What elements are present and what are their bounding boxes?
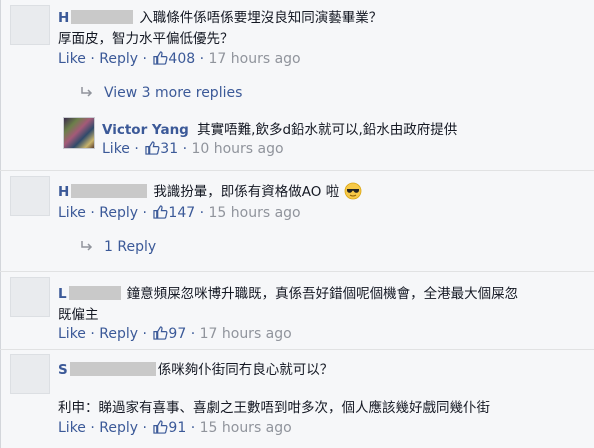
comment-3-actions: Like · Reply · 97 · 17 hours ago bbox=[58, 326, 292, 342]
one-reply-link[interactable]: 1 Reply bbox=[80, 239, 156, 255]
redacted-name bbox=[71, 184, 148, 198]
comment-1-actions: Like · Reply · 408 · 17 hours ago bbox=[58, 51, 301, 67]
reply-link[interactable]: Reply bbox=[99, 51, 138, 67]
comment-text: 其實唔難,飲多d鉛水就可以,鉛水由政府提供 bbox=[197, 122, 458, 138]
redacted-name bbox=[68, 286, 121, 300]
comment-text: 既僱主 bbox=[58, 307, 99, 323]
comment-text: 利申：睇過家有喜事、喜劇之王數唔到咁多次，個人應該幾好戲同幾仆街 bbox=[58, 400, 490, 416]
commenter-name[interactable]: L bbox=[58, 286, 67, 302]
comment-4-line2: 利申：睇過家有喜事、喜劇之王數唔到咁多次，個人應該幾好戲同幾仆街 bbox=[58, 396, 490, 416]
timestamp[interactable]: 15 hours ago bbox=[209, 205, 301, 221]
commenter-name[interactable]: H bbox=[58, 10, 69, 26]
like-count[interactable]: 91 bbox=[168, 420, 186, 436]
comment-divider bbox=[0, 271, 594, 272]
like-link[interactable]: Like bbox=[102, 141, 130, 157]
reply-link[interactable]: Reply bbox=[99, 420, 138, 436]
comment-4-line1: S 係咪夠仆街同冇良心就可以？ bbox=[58, 358, 333, 378]
timestamp[interactable]: 17 hours ago bbox=[200, 326, 292, 342]
like-count[interactable]: 147 bbox=[168, 205, 195, 221]
comment-text: 係咪夠仆街同冇良心就可以？ bbox=[157, 362, 334, 378]
comment-1-line2: 厚面皮，智力水平偏低優先？ bbox=[58, 27, 234, 47]
timestamp[interactable]: 15 hours ago bbox=[200, 420, 292, 436]
redacted-name bbox=[71, 10, 134, 24]
redacted-name bbox=[69, 362, 156, 376]
commenter-name[interactable]: H bbox=[58, 184, 69, 200]
comment-2-actions: Like · Reply · 147 · 15 hours ago bbox=[58, 205, 301, 221]
comment-3-line1: L 鐘意頻屎忽咪博升職既，真係吾好錯個呢個機會，全港最大個屎忽 bbox=[58, 282, 518, 302]
thumbs-up-icon bbox=[153, 420, 168, 434]
like-link[interactable]: Like bbox=[58, 51, 86, 67]
like-count[interactable]: 31 bbox=[160, 141, 178, 157]
thumbs-up-icon bbox=[145, 141, 160, 155]
reply-link[interactable]: Reply bbox=[99, 205, 138, 221]
avatar[interactable] bbox=[10, 354, 50, 394]
thumbs-up-icon bbox=[153, 51, 168, 65]
comment-3-line2: 既僱主 bbox=[58, 303, 99, 323]
like-link[interactable]: Like bbox=[58, 326, 86, 342]
thumbs-up-icon bbox=[153, 205, 168, 219]
reply-arrow-icon bbox=[81, 87, 93, 97]
comment-text: 厚面皮，智力水平偏低優先？ bbox=[58, 31, 234, 47]
comment-4-actions: Like · Reply · 91 · 15 hours ago bbox=[58, 420, 292, 436]
like-link[interactable]: Like bbox=[58, 205, 86, 221]
reply-1-line1: Victor Yang 其實唔難,飲多d鉛水就可以,鉛水由政府提供 bbox=[102, 118, 457, 138]
comment-divider bbox=[0, 349, 594, 350]
reply-arrow-icon bbox=[81, 241, 93, 251]
avatar[interactable] bbox=[10, 5, 50, 45]
timestamp[interactable]: 10 hours ago bbox=[191, 141, 283, 157]
commenter-name[interactable]: Victor Yang bbox=[102, 122, 189, 138]
commenter-name[interactable]: S bbox=[58, 362, 68, 378]
reply-link[interactable]: Reply bbox=[99, 326, 138, 342]
thread-left-border bbox=[0, 0, 1, 448]
view-more-replies-link[interactable]: View 3 more replies bbox=[80, 85, 242, 101]
comment-text: 入職條件係唔係要埋沒良知同演藝畢業？ bbox=[139, 10, 383, 26]
reply-1-actions: Like · 31 · 10 hours ago bbox=[102, 141, 284, 157]
like-count[interactable]: 408 bbox=[168, 51, 195, 67]
comment-divider bbox=[0, 170, 594, 171]
cool-sunglasses-emoji-icon bbox=[344, 182, 362, 200]
like-count[interactable]: 97 bbox=[168, 326, 186, 342]
like-link[interactable]: Like bbox=[58, 420, 86, 436]
thumbs-up-icon bbox=[153, 326, 168, 340]
comment-text: 我識扮暈，即係有資格做AO 啦 bbox=[153, 184, 340, 200]
comment-1-line1: H 入職條件係唔係要埋沒良知同演藝畢業？ bbox=[58, 6, 382, 26]
avatar[interactable] bbox=[63, 117, 95, 149]
comment-2-line1: H 我識扮暈，即係有資格做AO 啦 bbox=[58, 180, 362, 200]
comment-text: 鐘意頻屎忽咪博升職既，真係吾好錯個呢個機會，全港最大個屎忽 bbox=[126, 286, 519, 302]
avatar[interactable] bbox=[10, 176, 50, 216]
timestamp[interactable]: 17 hours ago bbox=[209, 51, 301, 67]
avatar[interactable] bbox=[10, 277, 50, 317]
